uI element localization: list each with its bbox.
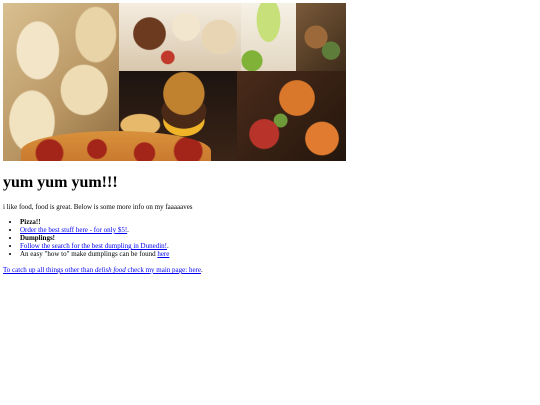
main-page-link-emphasis: delish food bbox=[94, 266, 126, 274]
intro-text: i like food, food is great. Below is som… bbox=[3, 203, 193, 211]
main-page-note: To catch up all things other than delish… bbox=[3, 266, 537, 275]
howto-link[interactable]: here bbox=[157, 250, 169, 258]
list-item: Follow the search for the best dumpling … bbox=[20, 242, 537, 250]
main-page-link-text: To catch up all things other than bbox=[3, 266, 95, 274]
margarita-photo bbox=[241, 3, 296, 71]
platter-photo bbox=[237, 71, 346, 161]
main-page-link[interactable]: To catch up all things other than delish… bbox=[3, 266, 201, 274]
list-item: An easy "how to" make dumplings can be f… bbox=[20, 250, 537, 258]
punctuation: . bbox=[127, 226, 129, 234]
howto-text: An easy "how to" make dumplings can be f… bbox=[20, 250, 158, 258]
main-page-link-text: check my main page: bbox=[125, 266, 189, 274]
list-item: Order the best stuff here - for only $5!… bbox=[20, 226, 537, 234]
ice-cream-photo bbox=[119, 3, 241, 71]
seafood-photo bbox=[296, 3, 346, 71]
dumplings-heading: Dumplings! bbox=[20, 234, 56, 242]
pizza-order-link[interactable]: Order the best stuff here - for only $5! bbox=[20, 226, 127, 234]
list-item: Dumplings! bbox=[20, 234, 537, 242]
punctuation: . bbox=[166, 242, 169, 250]
food-collage-image bbox=[3, 3, 346, 161]
favorites-list: Pizza!! Order the best stuff here - for … bbox=[3, 218, 537, 258]
list-item: Pizza!! bbox=[20, 218, 537, 226]
main-page-link-here: here bbox=[188, 266, 201, 274]
punctuation: . bbox=[201, 266, 203, 274]
pizza-heading: Pizza!! bbox=[20, 218, 41, 226]
page: yum yum yum!!! i like food, food is grea… bbox=[3, 3, 537, 275]
dumplings-search-link[interactable]: Follow the search for the best dumpling … bbox=[20, 242, 167, 250]
page-title: yum yum yum!!! bbox=[3, 174, 118, 191]
